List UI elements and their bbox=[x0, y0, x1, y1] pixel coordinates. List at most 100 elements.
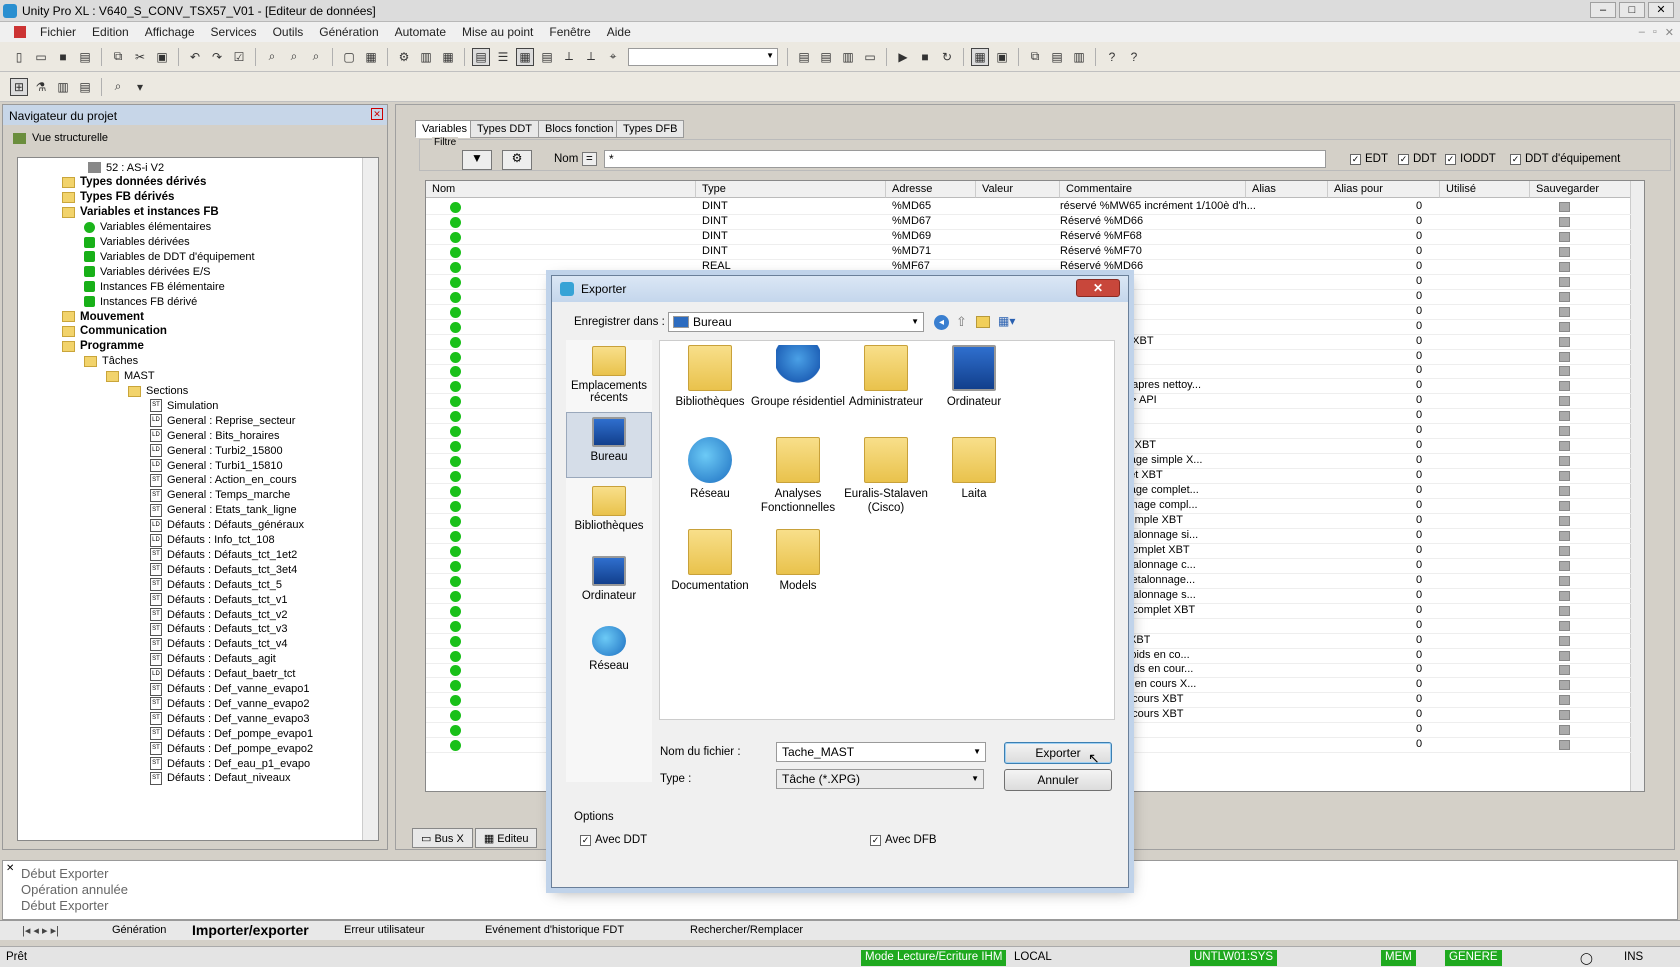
binoculars-icon[interactable]: ⌖ bbox=[604, 48, 622, 66]
col-header-sauvegarder[interactable]: Sauvegarder bbox=[1530, 181, 1632, 198]
file-item[interactable]: Ordinateur bbox=[926, 345, 1022, 409]
run-icon[interactable]: ▶ bbox=[894, 48, 912, 66]
place-item[interactable]: Bureau bbox=[566, 412, 652, 478]
save-cell-icon[interactable] bbox=[1559, 515, 1570, 526]
tree-item[interactable]: ST General : Action_en_cours bbox=[150, 473, 297, 488]
tree-item[interactable]: Variables de DDT d'équipement bbox=[84, 249, 255, 264]
tree-item[interactable]: Instances FB élémentaire bbox=[84, 279, 225, 294]
data-editor-icon[interactable]: ▦ bbox=[516, 47, 534, 66]
save-cell-icon[interactable] bbox=[1559, 396, 1570, 407]
zoom-browser-icon[interactable]: ⌕ bbox=[109, 78, 127, 96]
save-cell-icon[interactable] bbox=[1559, 501, 1570, 511]
tile-v-icon[interactable]: ▥ bbox=[1070, 48, 1088, 66]
tree-item[interactable]: ST Défauts : Def_pompe_evapo2 bbox=[150, 741, 313, 756]
col-header-type[interactable]: Type bbox=[696, 181, 886, 198]
new-folder-icon[interactable] bbox=[976, 316, 990, 328]
output-nav-arrows[interactable]: |◂ ◂ ▸ ▸| bbox=[22, 924, 59, 937]
col-header-valeur[interactable]: Valeur bbox=[976, 181, 1060, 198]
rebuild-icon[interactable]: ▥ bbox=[417, 48, 435, 66]
save-cell-icon[interactable] bbox=[1559, 620, 1570, 631]
table-row[interactable]: DINT %MD65 réservé %MW65 incrément 1/100è … bbox=[426, 199, 1644, 215]
save-cell-icon[interactable] bbox=[1559, 321, 1570, 332]
file-item[interactable]: Euralis-Stalaven (Cisco) bbox=[838, 437, 934, 515]
tree-item[interactable]: LD General : Reprise_secteur bbox=[150, 413, 295, 428]
tree-item[interactable]: ST General : Etats_tank_ligne bbox=[150, 503, 297, 518]
save-cell-icon[interactable] bbox=[1559, 725, 1570, 736]
find-icon[interactable]: ⌕ bbox=[263, 48, 281, 66]
save-cell-icon[interactable] bbox=[1559, 202, 1570, 212]
tree-item[interactable]: ST Défauts : Def_vanne_evapo3 bbox=[150, 711, 310, 726]
tree-item[interactable]: ST Défauts : Défauts_tct_1et2 bbox=[150, 547, 297, 562]
menu-mise-au-point[interactable]: Mise au point bbox=[454, 25, 541, 39]
tree-item[interactable]: Types FB dérivés bbox=[62, 190, 174, 205]
menu-outils[interactable]: Outils bbox=[265, 25, 312, 39]
tree2-icon[interactable]: ⟂ bbox=[582, 48, 600, 66]
tree-item[interactable]: LD Défauts : Défauts_généraux bbox=[150, 518, 304, 533]
table-row[interactable]: REAL %MF67 Réservé %MD66 0 bbox=[426, 259, 1644, 275]
file-item[interactable]: Administrateur bbox=[838, 345, 934, 409]
filter-funnel-icon[interactable]: ▼ bbox=[462, 150, 492, 170]
save-cell-icon[interactable] bbox=[1559, 216, 1570, 227]
save-cell-icon[interactable] bbox=[1559, 336, 1570, 347]
tree-item[interactable]: Communication bbox=[62, 324, 167, 339]
file-item[interactable]: Documentation bbox=[662, 529, 758, 593]
save-cell-icon[interactable] bbox=[1559, 665, 1570, 676]
tree-item[interactable]: ST Défauts : Defauts_tct_5 bbox=[150, 577, 282, 592]
col-header-utilise[interactable]: Utilisé bbox=[1440, 181, 1530, 198]
filename-input[interactable]: Tache_MAST bbox=[776, 742, 986, 762]
tree-item[interactable]: ST Simulation bbox=[150, 398, 218, 413]
tree-item[interactable]: Mouvement bbox=[62, 309, 144, 324]
structure-icon[interactable]: ☰ bbox=[494, 48, 512, 66]
save-cell-icon[interactable] bbox=[1559, 605, 1570, 616]
save-cell-icon[interactable] bbox=[1559, 740, 1570, 751]
build-icon[interactable]: ⚙ bbox=[395, 48, 413, 66]
cancel-button[interactable]: Annuler bbox=[1004, 769, 1112, 791]
col-header-nom[interactable]: Nom bbox=[426, 181, 696, 198]
io-icon[interactable]: ▦ bbox=[439, 48, 457, 66]
output-tab-rechercher[interactable]: Rechercher/Remplacer bbox=[690, 924, 803, 936]
save-cell-icon[interactable] bbox=[1559, 261, 1570, 272]
tree-item[interactable]: MAST bbox=[106, 369, 155, 384]
cascade-icon[interactable]: ⧉ bbox=[1026, 48, 1044, 66]
save-cell-icon[interactable] bbox=[1559, 635, 1570, 646]
close-navigator-icon[interactable]: ✕ bbox=[371, 108, 383, 120]
tree-item[interactable]: Variables élémentaires bbox=[84, 220, 211, 235]
save-cell-icon[interactable] bbox=[1559, 246, 1570, 257]
col-header-adresse[interactable]: Adresse bbox=[886, 181, 976, 198]
back-arrow-icon[interactable]: ◂ bbox=[934, 315, 949, 330]
save-cell-icon[interactable] bbox=[1559, 650, 1570, 661]
monitor-icon[interactable]: ▣ bbox=[993, 48, 1011, 66]
option-avec-ddt[interactable]: ✓ Avec DDT bbox=[580, 834, 647, 846]
filetype-select[interactable]: Tâche (*.XPG) bbox=[776, 769, 984, 789]
save-cell-icon[interactable] bbox=[1559, 366, 1570, 377]
tree-item[interactable]: ST Défauts : Defauts_agit bbox=[150, 652, 276, 667]
tile-h-icon[interactable]: ▤ bbox=[1048, 48, 1066, 66]
save-cell-icon[interactable] bbox=[1559, 306, 1570, 317]
save-cell-icon[interactable] bbox=[1559, 575, 1570, 586]
save-cell-icon[interactable] bbox=[1559, 530, 1570, 541]
doc-minimize-button[interactable]: – bbox=[1639, 26, 1645, 39]
file-item[interactable]: Bibliothèques bbox=[662, 345, 758, 409]
minimize-button[interactable]: – bbox=[1590, 2, 1616, 18]
file-item[interactable]: Analyses Fonctionnelles bbox=[750, 437, 846, 515]
download-icon[interactable]: ▤ bbox=[817, 48, 835, 66]
table-row[interactable]: DINT %MD69 Réservé %MF68 0 bbox=[426, 229, 1644, 245]
option-avec-dfb[interactable]: ✓ Avec DFB bbox=[870, 834, 937, 846]
col-header-alias[interactable]: Alias bbox=[1246, 181, 1328, 198]
output-tab-importer-exporter[interactable]: Importer/exporter bbox=[192, 922, 309, 938]
connect-icon[interactable]: ▤ bbox=[472, 47, 490, 66]
save-cell-icon[interactable] bbox=[1559, 351, 1570, 362]
place-item[interactable]: Bibliothèques bbox=[566, 482, 652, 548]
dfb-icon[interactable]: ▤ bbox=[538, 48, 556, 66]
save-in-combo[interactable]: Bureau bbox=[668, 312, 924, 332]
output-tab-evenement-fdt[interactable]: Evénement d'historique FDT bbox=[485, 924, 624, 936]
save-cell-icon[interactable] bbox=[1559, 411, 1570, 422]
tree-scrollbar[interactable] bbox=[362, 158, 378, 840]
tree-item[interactable]: ST Défauts : Def_eau_p1_evapo bbox=[150, 756, 310, 771]
save-cell-icon[interactable] bbox=[1559, 486, 1570, 497]
check-ddt-equipement[interactable]: ✓ DDT d'équipement bbox=[1510, 153, 1620, 165]
filter-name-input[interactable]: * bbox=[604, 150, 1326, 168]
col-header-alias-pour[interactable]: Alias pour bbox=[1328, 181, 1440, 198]
col-header-commentaire[interactable]: Commentaire bbox=[1060, 181, 1246, 198]
context-help-icon[interactable]: ? bbox=[1125, 48, 1143, 66]
